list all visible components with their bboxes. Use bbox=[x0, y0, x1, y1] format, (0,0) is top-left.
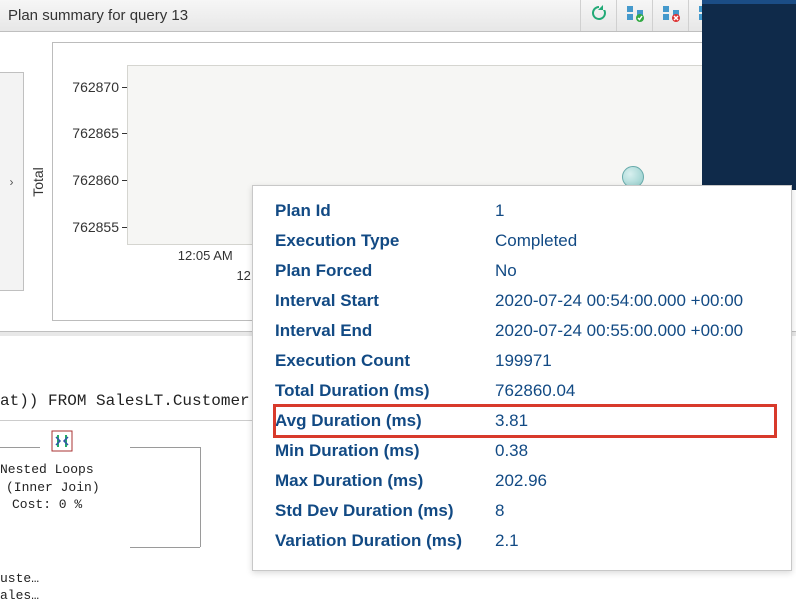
tooltip-row: Variation Duration (ms)2.1 bbox=[275, 526, 775, 556]
exec-plan-diagram: Nested Loops (Inner Join) Cost: 0 % uste… bbox=[0, 420, 260, 600]
tooltip-value: 2.1 bbox=[495, 531, 775, 551]
tooltip-label: Max Duration (ms) bbox=[275, 471, 495, 491]
tooltip-row: Interval Start2020-07-24 00:54:00.000 +0… bbox=[275, 286, 775, 316]
tooltip-label: Execution Count bbox=[275, 351, 495, 371]
tooltip-label: Variation Duration (ms) bbox=[275, 531, 495, 551]
tooltip-row: Plan Id1 bbox=[275, 196, 775, 226]
tooltip-row: Max Duration (ms)202.96 bbox=[275, 466, 775, 496]
y-tick: 762865 bbox=[72, 125, 119, 141]
tooltip-row: Execution Count199971 bbox=[275, 346, 775, 376]
tooltip-label: Avg Duration (ms) bbox=[275, 411, 495, 431]
tooltip-row: Avg Duration (ms)3.81 bbox=[275, 406, 775, 436]
tooltip-label: Std Dev Duration (ms) bbox=[275, 501, 495, 521]
window-title: Plan summary for query 13 bbox=[0, 7, 580, 24]
tooltip-row: Interval End2020-07-24 00:55:00.000 +00:… bbox=[275, 316, 775, 346]
exec-plan-node-text: Nested Loops (Inner Join) Cost: 0 % bbox=[0, 461, 100, 514]
tooltip-row: Total Duration (ms)762860.04 bbox=[275, 376, 775, 406]
tooltip-value: 199971 bbox=[495, 351, 775, 371]
tooltip-value: 762860.04 bbox=[495, 381, 775, 401]
tooltip-value: 8 bbox=[495, 501, 775, 521]
tooltip-row: Execution TypeCompleted bbox=[275, 226, 775, 256]
tooltip-label: Plan Forced bbox=[275, 261, 495, 281]
force-plan-button[interactable] bbox=[616, 0, 652, 31]
refresh-icon bbox=[589, 3, 609, 28]
tooltip-value: 2020-07-24 00:55:00.000 +00:00 bbox=[495, 321, 775, 341]
tooltip-value: 0.38 bbox=[495, 441, 775, 461]
chart-y-axis-label: Total bbox=[24, 32, 52, 331]
chevron-right-icon: › bbox=[10, 175, 14, 189]
tooltip-row: Std Dev Duration (ms)8 bbox=[275, 496, 775, 526]
tooltip-value: 2020-07-24 00:54:00.000 +00:00 bbox=[495, 291, 775, 311]
nested-loops-icon bbox=[50, 429, 74, 453]
plan-details-tooltip: Plan Id1Execution TypeCompletedPlan Forc… bbox=[252, 185, 792, 571]
exec-plan-trailing-text: uste… ales… bbox=[0, 571, 39, 605]
tooltip-row: Plan ForcedNo bbox=[275, 256, 775, 286]
unforce-plan-button[interactable] bbox=[652, 0, 688, 31]
tooltip-value: No bbox=[495, 261, 775, 281]
y-tick: 762860 bbox=[72, 172, 119, 188]
titlebar: Plan summary for query 13 bbox=[0, 0, 796, 32]
x-tick: 12:05 AM bbox=[178, 248, 233, 263]
tooltip-label: Interval Start bbox=[275, 291, 495, 311]
refresh-button[interactable] bbox=[580, 0, 616, 31]
tooltip-value: 202.96 bbox=[495, 471, 775, 491]
tooltip-value: 3.81 bbox=[495, 411, 775, 431]
side-expander[interactable]: › bbox=[0, 72, 24, 291]
y-tick: 762855 bbox=[72, 219, 119, 235]
force-plan-icon bbox=[625, 3, 645, 28]
chart-y-ticks: 762870 762865 762860 762855 bbox=[61, 65, 123, 245]
tooltip-label: Execution Type bbox=[275, 231, 495, 251]
sql-text-fragment: at)) FROM SalesLT.Customer bbox=[0, 392, 250, 410]
tooltip-label: Min Duration (ms) bbox=[275, 441, 495, 461]
tooltip-label: Plan Id bbox=[275, 201, 495, 221]
tooltip-value: Completed bbox=[495, 231, 775, 251]
tooltip-row: Min Duration (ms)0.38 bbox=[275, 436, 775, 466]
y-tick: 762870 bbox=[72, 79, 119, 95]
tooltip-value: 1 bbox=[495, 201, 775, 221]
tooltip-label: Interval End bbox=[275, 321, 495, 341]
tooltip-label: Total Duration (ms) bbox=[275, 381, 495, 401]
unforce-plan-icon bbox=[661, 3, 681, 28]
desktop-background bbox=[702, 0, 796, 190]
